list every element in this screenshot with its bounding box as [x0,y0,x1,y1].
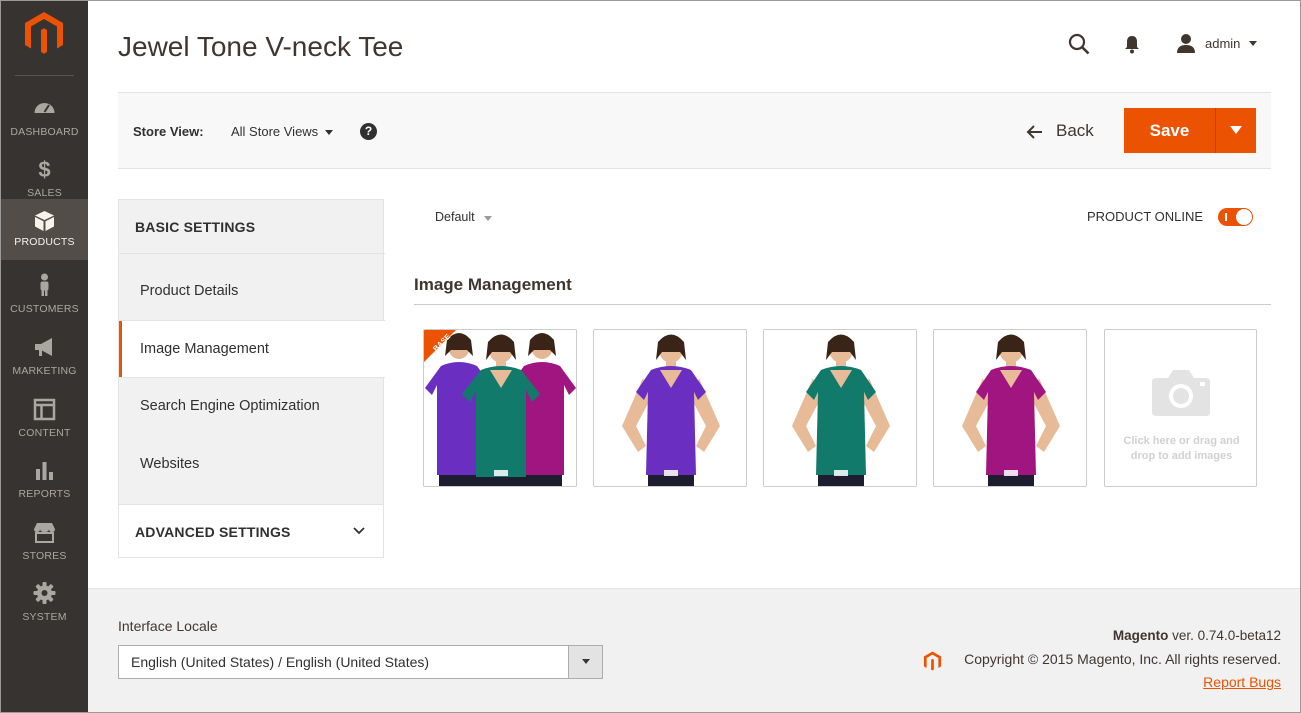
sidebar-item-label: MARKETING [12,365,77,377]
logo-divider [15,75,74,76]
person-icon [40,273,49,296]
dollar-icon: $ [38,157,50,181]
sidebar-item-stores[interactable]: STORES [1,512,88,573]
copyright-text: Copyright © 2015 Magento, Inc. All right… [964,651,1281,667]
sidebar-item-label: REPORTS [18,488,71,500]
sidebar-item-dashboard[interactable]: DASHBOARD [1,88,88,149]
sidebar-item-customers[interactable]: CUSTOMERS [1,265,88,326]
tab-label: Search Engine Optimization [140,398,320,414]
bell-icon[interactable] [1122,34,1142,54]
tee-photo-purple [594,330,746,486]
upload-hint-text: Click here or drag and drop to add image… [1123,435,1240,462]
tab-divider [119,253,385,254]
tab-image-management[interactable]: Image Management [119,321,385,378]
tee-photo-magenta [934,330,1086,486]
basic-settings-group: BASIC SETTINGS Product Details Image Man… [118,199,385,506]
storefront-icon [34,523,55,543]
brand-name: Magento [1112,628,1169,643]
magento-logo-icon [923,651,942,671]
admin-sidebar: DASHBOARD $ SALES PRODUCTS CUSTOMERS MAR… [1,1,88,712]
store-view-switcher[interactable]: All Store Views [231,124,318,139]
admin-window: DASHBOARD $ SALES PRODUCTS CUSTOMERS MAR… [0,0,1301,713]
sidebar-item-reports[interactable]: REPORTS [1,450,88,511]
advanced-settings-toggle[interactable]: ADVANCED SETTINGS [118,504,384,558]
dashboard-icon [34,103,55,113]
product-image-purple[interactable] [593,329,747,487]
search-icon[interactable] [1067,32,1091,56]
tab-search-engine-optimization[interactable]: Search Engine Optimization [119,378,385,435]
sidebar-item-label: DASHBOARD [10,126,79,138]
locale-value: English (United States) / English (Unite… [131,654,430,670]
sidebar-item-label: STORES [22,550,67,562]
interface-locale-label: Interface Locale [118,618,218,634]
save-button[interactable]: Save [1124,108,1215,153]
page-title: Jewel Tone V-neck Tee [118,31,404,62]
chevron-down-icon [353,527,365,535]
product-image-magenta[interactable] [933,329,1087,487]
image-upload-dropzone[interactable]: Click here or drag and drop to add image… [1104,329,1257,487]
tab-product-details[interactable]: Product Details [119,263,385,320]
page-actions-toolbar: Store View: All Store Views ? Back Save [118,92,1271,169]
user-icon[interactable] [1176,33,1196,53]
caret-down-icon [582,659,590,664]
caret-down-icon [1230,126,1242,134]
tee-photo-three-colors: BASE [424,330,576,486]
sidebar-item-label: CUSTOMERS [10,303,79,315]
page-footer: Interface Locale English (United States)… [88,588,1300,712]
admin-user-menu[interactable]: admin [1205,36,1240,51]
advanced-settings-heading: ADVANCED SETTINGS [135,524,291,540]
help-icon[interactable]: ? [360,123,377,140]
tab-websites[interactable]: Websites [119,436,385,493]
product-form-tabs: BASIC SETTINGS Product Details Image Man… [118,199,385,559]
tab-label: Websites [140,456,200,472]
sidebar-item-label: SYSTEM [22,611,67,623]
product-image-base[interactable]: BASE [423,329,577,487]
arrow-left-icon [1026,125,1042,139]
megaphone-icon [35,338,52,356]
caret-down-icon[interactable] [484,216,492,221]
sidebar-item-label: PRODUCTS [14,236,75,248]
sidebar-item-label: SALES [27,187,62,199]
product-image-teal[interactable] [763,329,917,487]
toggle-knob [1236,209,1252,225]
attribute-set-selector[interactable]: Default [435,210,475,224]
cube-icon [35,211,54,231]
report-bugs-link[interactable]: Report Bugs [1203,674,1281,690]
version-text: Magento ver. 0.74.0-beta12 [1113,628,1281,643]
back-button-label: Back [1056,121,1094,140]
locale-dropdown-button[interactable] [568,646,602,678]
sidebar-item-marketing[interactable]: MARKETING [1,327,88,388]
save-options-toggle[interactable] [1215,108,1256,153]
sidebar-item-content[interactable]: CONTENT [1,389,88,450]
layout-icon [33,398,56,421]
svg-text:$: $ [38,157,50,181]
caret-down-icon[interactable] [1249,41,1257,46]
toggle-on-indicator [1225,213,1227,221]
interface-locale-select[interactable]: English (United States) / English (Unite… [118,645,603,679]
product-online-toggle[interactable] [1218,208,1253,226]
version-number: ver. 0.74.0-beta12 [1168,628,1281,643]
gear-icon [33,582,56,604]
tab-label: Image Management [140,341,269,357]
sidebar-item-products[interactable]: PRODUCTS [1,199,88,260]
tab-label: Product Details [140,283,239,299]
store-view-label: Store View: [133,124,204,139]
magento-logo-icon[interactable] [23,11,65,55]
camera-icon [1152,370,1210,416]
tee-photo-teal [764,330,916,486]
sidebar-item-system[interactable]: SYSTEM [1,573,88,634]
caret-down-icon[interactable] [325,130,333,135]
product-online-label: PRODUCT ONLINE [1087,209,1204,224]
basic-settings-heading: BASIC SETTINGS [135,219,256,235]
bar-chart-icon [36,462,53,480]
section-divider [414,304,1271,305]
section-title: Image Management [414,275,572,294]
sidebar-item-label: CONTENT [18,427,71,439]
